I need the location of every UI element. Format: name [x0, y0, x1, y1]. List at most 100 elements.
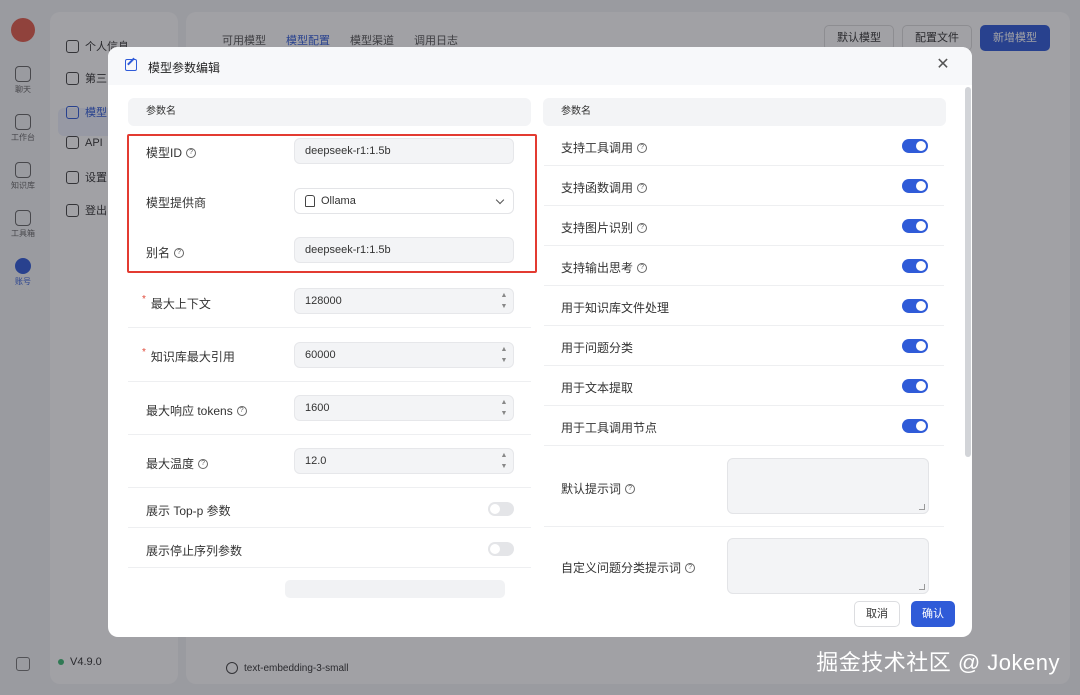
help-icon[interactable]: ? [625, 483, 636, 494]
required-mark: * [142, 294, 146, 305]
help-icon[interactable]: ? [637, 222, 648, 233]
label-text: 最大响应 tokens [146, 404, 233, 418]
label-text: 自定义问题分类提示词 [561, 561, 682, 575]
kb-max-quote-label: * 知识库最大引用 [142, 347, 235, 365]
edit-icon [125, 59, 137, 71]
number-stepper[interactable]: ▲ ▼ [497, 345, 511, 365]
help-icon[interactable]: ? [637, 262, 648, 273]
ollama-icon [305, 195, 315, 207]
help-icon[interactable]: ? [174, 247, 185, 258]
capability-toggle[interactable] [902, 219, 928, 233]
label-text: 默认提示词 [561, 482, 622, 496]
custom-classify-prompt-label: 自定义问题分类提示词 ? [561, 559, 696, 576]
chevron-down-icon [495, 195, 505, 205]
switch-label: 支持图片识别? [561, 219, 648, 236]
chevron-up-icon[interactable]: ▲ [501, 398, 508, 407]
chevron-down-icon[interactable]: ▼ [501, 356, 508, 365]
label-text: 别名 [146, 246, 171, 260]
label-text: 展示 Top-p 参数 [146, 504, 231, 518]
label-text: 用于工具调用节点 [561, 421, 658, 435]
max-tokens-input[interactable]: 1600 ▲ ▼ [294, 395, 514, 421]
switch-label: 支持函数调用? [561, 179, 648, 196]
modal-scrollbar[interactable] [965, 87, 971, 457]
model-params-modal: 模型参数编辑 ✕ 参数名 参数名 模型ID ? deepseek-r1:1.5b… [108, 47, 972, 637]
row-divider [128, 434, 531, 435]
row-divider [544, 445, 944, 446]
capability-toggle[interactable] [902, 299, 928, 313]
help-icon[interactable]: ? [236, 405, 247, 416]
show-stop-label: 展示停止序列参数 [146, 542, 242, 559]
kb-max-quote-input[interactable]: 60000 ▲ ▼ [294, 342, 514, 368]
max-context-input[interactable]: 128000 ▲ ▼ [294, 288, 514, 314]
label-text: 展示停止序列参数 [146, 544, 243, 558]
capability-toggle[interactable] [902, 179, 928, 193]
row-divider [544, 325, 944, 326]
help-icon[interactable]: ? [685, 562, 696, 573]
chevron-down-icon[interactable]: ▼ [501, 462, 508, 471]
cancel-button[interactable]: 取消 [854, 601, 900, 627]
confirm-button[interactable]: 确认 [911, 601, 955, 627]
label-text: 最大温度 [146, 457, 195, 471]
help-icon[interactable]: ? [637, 142, 648, 153]
alias-label: 别名 ? [146, 244, 185, 261]
chevron-down-icon[interactable]: ▼ [501, 302, 508, 311]
row-divider [128, 567, 531, 568]
row-divider [544, 245, 944, 246]
watermark: 掘金技术社区 @ Jokeny [816, 650, 1060, 675]
chevron-up-icon[interactable]: ▲ [501, 291, 508, 300]
capability-toggle[interactable] [902, 259, 928, 273]
modal-title: 模型参数编辑 [148, 61, 221, 75]
label-text: 支持工具调用 [561, 141, 634, 155]
alias-input[interactable]: deepseek-r1:1.5b [294, 237, 514, 263]
max-tokens-label: 最大响应 tokens ? [146, 402, 247, 419]
chevron-up-icon[interactable]: ▲ [501, 451, 508, 460]
input-value: 128000 [305, 295, 342, 307]
close-icon[interactable]: ✕ [934, 56, 952, 74]
model-id-input[interactable]: deepseek-r1:1.5b [294, 138, 514, 164]
capability-toggle[interactable] [902, 379, 928, 393]
row-divider [544, 526, 944, 527]
right-column-header: 参数名 [543, 98, 946, 126]
number-stepper[interactable]: ▲ ▼ [497, 398, 511, 418]
required-mark: * [142, 347, 146, 358]
label-text: 支持图片识别 [561, 221, 634, 235]
left-column-header: 参数名 [128, 98, 531, 126]
row-divider [128, 527, 531, 528]
capability-toggle[interactable] [902, 339, 928, 353]
help-icon[interactable]: ? [198, 458, 209, 469]
switch-label: 用于知识库文件处理 [561, 299, 669, 316]
input-value: 1600 [305, 402, 330, 414]
row-divider [544, 365, 944, 366]
custom-classify-prompt-textarea[interactable] [727, 538, 929, 594]
provider-select[interactable]: Ollama [294, 188, 514, 214]
row-divider [128, 381, 531, 382]
row-divider [128, 327, 531, 328]
max-temp-input[interactable]: 12.0 ▲ ▼ [294, 448, 514, 474]
switch-label: 支持输出思考? [561, 259, 648, 276]
default-prompt-textarea[interactable] [727, 458, 929, 514]
chevron-up-icon[interactable]: ▲ [501, 345, 508, 354]
label-text: 用于问题分类 [561, 341, 634, 355]
show-top-p-label: 展示 Top-p 参数 [146, 502, 231, 519]
capability-toggle[interactable] [902, 419, 928, 433]
provider-label: 模型提供商 [146, 194, 206, 211]
show-top-p-toggle[interactable] [488, 502, 514, 516]
chevron-down-icon[interactable]: ▼ [501, 409, 508, 418]
switch-label: 用于文本提取 [561, 379, 633, 396]
help-icon[interactable]: ? [637, 182, 648, 193]
capability-toggle[interactable] [902, 139, 928, 153]
scroll-cutoff-field [285, 580, 505, 598]
label-text: 支持函数调用 [561, 181, 634, 195]
number-stepper[interactable]: ▲ ▼ [497, 291, 511, 311]
switch-label: 用于问题分类 [561, 339, 633, 356]
label-text: 最大上下文 [150, 297, 211, 311]
number-stepper[interactable]: ▲ ▼ [497, 451, 511, 471]
model-id-label: 模型ID ? [146, 144, 197, 161]
help-icon[interactable]: ? [186, 147, 197, 158]
row-divider [544, 165, 944, 166]
input-value: 12.0 [305, 455, 327, 467]
show-stop-toggle[interactable] [488, 542, 514, 556]
row-divider [128, 487, 531, 488]
label-text: 用于文本提取 [561, 381, 634, 395]
label-text: 知识库最大引用 [150, 350, 235, 364]
